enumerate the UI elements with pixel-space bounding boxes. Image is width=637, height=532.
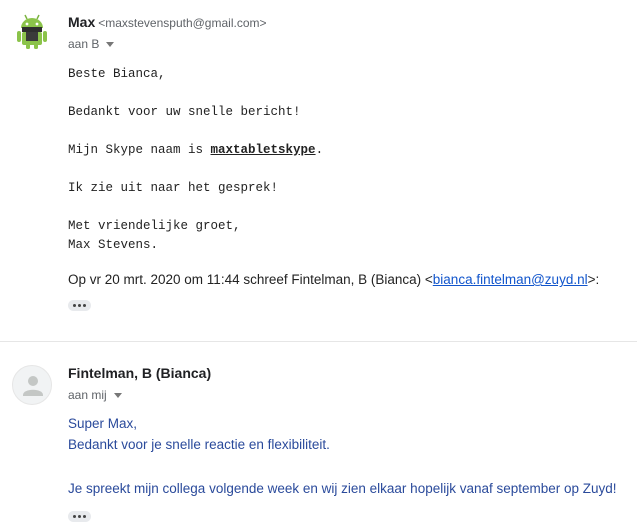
email-message-bianca: Fintelman, B (Bianca) aan mij Super Max,… (0, 343, 637, 532)
body-line-look-forward: Ik zie uit naar het gesprek! (68, 181, 279, 195)
dot-icon (78, 515, 81, 518)
signature: Max Stevens. (68, 238, 159, 252)
recipient-label: aan B (68, 37, 100, 51)
recipient-label: aan mij (68, 388, 107, 402)
body-line-thanks: Bedankt voor uw snelle bericht! (68, 105, 301, 119)
quote-end: >: (587, 272, 600, 287)
body-line-1: Super Max, (68, 416, 138, 431)
show-trimmed-content-button[interactable] (68, 300, 91, 311)
skype-suffix: . (315, 143, 324, 157)
quote-intro: Op vr 20 mrt. 2020 om 11:44 schreef Fint… (68, 272, 433, 287)
sender-line: Fintelman, B (Bianca) (68, 365, 211, 381)
chevron-down-icon[interactable] (113, 392, 122, 398)
closing: Met vriendelijke groet, (68, 219, 241, 233)
message-divider (0, 341, 637, 342)
dot-icon (83, 515, 86, 518)
body-line-skype: Mijn Skype naam is maxtabletskype. (68, 141, 323, 160)
chevron-down-icon[interactable] (106, 41, 115, 47)
dot-icon (78, 304, 81, 307)
skype-prefix: Mijn Skype naam is (68, 143, 211, 157)
recipient-details[interactable]: aan B (68, 37, 115, 51)
android-avatar-icon[interactable] (12, 10, 52, 50)
greeting: Beste Bianca, (68, 67, 166, 81)
quoted-header: Op vr 20 mrt. 2020 om 11:44 schreef Fint… (68, 272, 599, 287)
sender-name[interactable]: Max (68, 14, 95, 30)
dot-icon (83, 304, 86, 307)
show-trimmed-content-button[interactable] (68, 511, 91, 522)
sender-line: Max <maxstevensputh@gmail.com> (68, 14, 267, 30)
recipient-details[interactable]: aan mij (68, 388, 122, 402)
dot-icon (73, 515, 76, 518)
message-body: Super Max, Bedankt voor je snelle reacti… (68, 413, 617, 499)
message-body: Beste Bianca, Bedankt voor uw snelle ber… (68, 65, 323, 255)
sender-email: <maxstevensputh@gmail.com> (98, 16, 267, 30)
sender-name[interactable]: Fintelman, B (Bianca) (68, 365, 211, 381)
dot-icon (73, 304, 76, 307)
default-person-icon[interactable] (12, 365, 52, 405)
email-message-max: Max <maxstevensputh@gmail.com> aan B Best… (0, 0, 637, 342)
skype-name-link[interactable]: maxtabletskype (211, 143, 316, 157)
body-line-3: Je spreekt mijn collega volgende week en… (68, 481, 617, 496)
body-line-2: Bedankt voor je snelle reactie en flexib… (68, 437, 330, 452)
quote-email-link[interactable]: bianca.fintelman@zuyd.nl (433, 272, 588, 287)
